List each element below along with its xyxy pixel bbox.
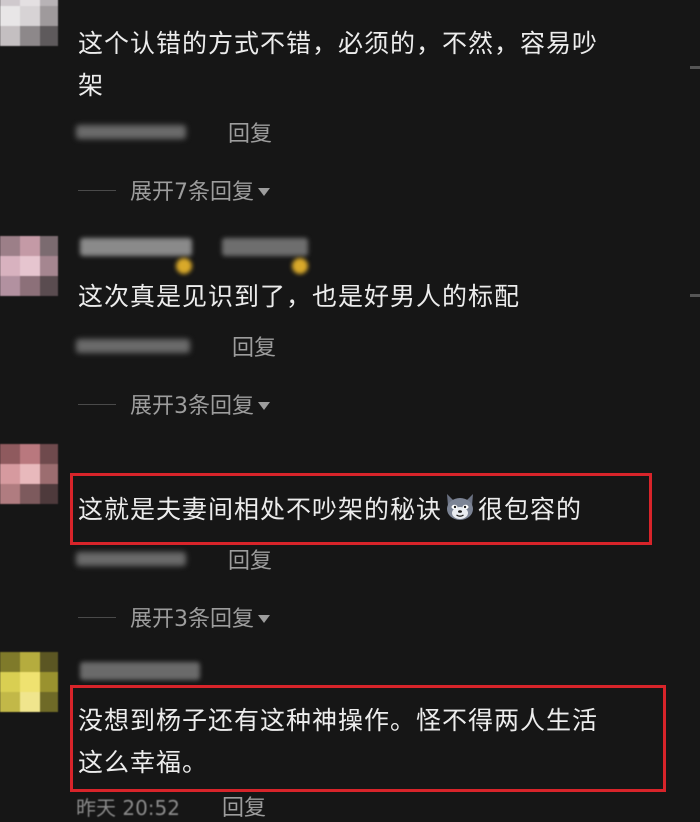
comment-meta: 回复 xyxy=(76,116,272,148)
username-blurred[interactable] xyxy=(80,662,200,680)
reply-button[interactable]: 回复 xyxy=(222,790,266,822)
reply-button[interactable]: 回复 xyxy=(228,543,272,575)
comment-text: 没想到杨子还有这种神操作。怪不得两人生活 xyxy=(78,706,599,735)
timestamp: 昨天 20:52 xyxy=(76,795,180,820)
reply-button[interactable]: 回复 xyxy=(228,116,272,148)
comment-text: 架 xyxy=(78,71,105,100)
edge-mark xyxy=(690,294,700,297)
caret-down-icon xyxy=(258,614,270,623)
comment-text: 这么幸福。 xyxy=(78,748,209,777)
expand-replies-button[interactable]: 展开3条回复 xyxy=(78,390,270,419)
reply-button[interactable]: 回复 xyxy=(232,330,276,362)
timestamp-blurred xyxy=(76,125,186,139)
comment-meta: 回复 xyxy=(76,330,276,362)
avatar[interactable] xyxy=(0,444,58,504)
comment-text: 这个认错的方式不错，必须的，不然，容易吵 xyxy=(78,29,599,58)
edge-mark xyxy=(690,66,700,69)
caret-down-icon xyxy=(258,187,270,196)
wolf-emoji xyxy=(444,492,476,536)
expand-replies-button[interactable]: 展开3条回复 xyxy=(78,603,270,632)
divider xyxy=(78,616,116,618)
divider xyxy=(78,189,116,191)
comment-text-part: 很包容的 xyxy=(478,495,583,524)
username-blurred[interactable] xyxy=(80,238,192,256)
comment-text: 这次真是见识到了，也是好男人的标配 xyxy=(78,282,521,311)
timestamp-blurred xyxy=(76,552,186,566)
comment-text: 这就是夫妻间相处不吵架的秘诀 很包容的 xyxy=(78,488,582,536)
timestamp-blurred xyxy=(76,339,190,353)
expand-replies-label: 展开7条回复 xyxy=(130,180,254,205)
expand-replies-button[interactable]: 展开7条回复 xyxy=(78,176,270,205)
badge-icon xyxy=(292,258,308,274)
comment-text-part: 这就是夫妻间相处不吵架的秘诀 xyxy=(78,495,443,524)
username-blurred[interactable] xyxy=(222,238,308,256)
avatar[interactable] xyxy=(0,652,58,712)
comment-meta: 昨天 20:52 回复 xyxy=(76,790,266,822)
badge-icon xyxy=(176,258,192,274)
expand-replies-label: 展开3条回复 xyxy=(130,607,254,632)
avatar[interactable] xyxy=(0,0,58,46)
expand-replies-label: 展开3条回复 xyxy=(130,394,254,419)
caret-down-icon xyxy=(258,401,270,410)
comment-meta: 回复 xyxy=(76,543,272,575)
avatar[interactable] xyxy=(0,236,58,296)
divider xyxy=(78,403,116,405)
